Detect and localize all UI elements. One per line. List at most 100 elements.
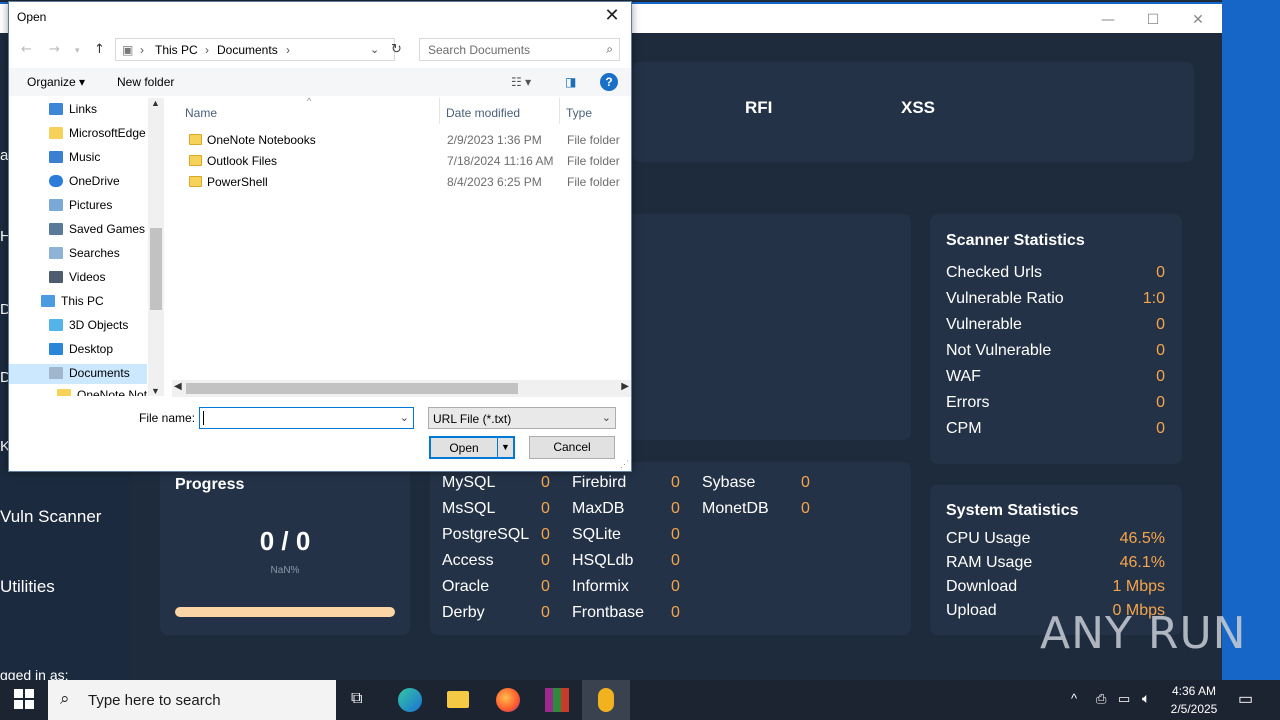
stat-label: CPM bbox=[946, 420, 982, 437]
minimize-button[interactable]: — bbox=[1088, 8, 1128, 32]
db-label: Derby bbox=[442, 604, 485, 621]
forward-arrow-icon[interactable]: → bbox=[49, 42, 60, 57]
stat-label: Checked Urls bbox=[946, 264, 1043, 281]
tree-item-this-pc[interactable]: This PC bbox=[41, 294, 104, 308]
file-row[interactable]: PowerShell 8/4/2023 6:25 PM File folder bbox=[185, 172, 631, 192]
file-explorer-icon[interactable] bbox=[434, 680, 482, 720]
saved-games-icon bbox=[49, 223, 63, 235]
tree-item-searches[interactable]: Searches bbox=[49, 246, 120, 260]
stat-label: Download bbox=[946, 578, 1018, 595]
progress-percent: NaN% bbox=[270, 565, 300, 576]
taskbar-search[interactable]: ⌕ Type here to search bbox=[48, 680, 336, 720]
file-type-select[interactable]: URL File (*.txt) ⌄ bbox=[428, 407, 616, 429]
network-device-icon[interactable]: ⎙ bbox=[1096, 691, 1106, 707]
column-header-name[interactable]: Name bbox=[185, 106, 217, 120]
back-arrow-icon[interactable]: ← bbox=[21, 42, 32, 57]
stat-value: 0 bbox=[1156, 316, 1165, 333]
chevron-down-icon[interactable]: ⌄ bbox=[370, 43, 379, 56]
db-label: SQLite bbox=[572, 526, 621, 543]
firefox-icon[interactable] bbox=[484, 680, 532, 720]
volume-icon[interactable]: 🔈︎ bbox=[1142, 690, 1150, 707]
scroll-up-icon[interactable]: ▲ bbox=[151, 98, 160, 108]
scroll-right-icon[interactable]: ▶ bbox=[621, 381, 629, 392]
task-view-icon[interactable]: ⧉ bbox=[336, 680, 384, 720]
progress-title: Progress bbox=[175, 476, 245, 493]
preview-pane-icon[interactable]: ◨ bbox=[565, 75, 576, 89]
scanner-statistics-title: Scanner Statistics bbox=[946, 232, 1085, 249]
scroll-down-icon[interactable]: ▼ bbox=[151, 386, 160, 396]
address-bar[interactable]: ▣ › This PC › Documents › ⌄ bbox=[115, 38, 395, 61]
search-placeholder: Search Documents bbox=[428, 43, 531, 57]
tree-item-desktop[interactable]: Desktop bbox=[49, 342, 113, 356]
taskbar-search-placeholder: Type here to search bbox=[88, 692, 221, 709]
cancel-button[interactable]: Cancel bbox=[529, 436, 615, 459]
windows-start-icon[interactable] bbox=[14, 689, 34, 709]
tree-item-microsoftedge[interactable]: MicrosoftEdge bbox=[49, 126, 146, 140]
sidebar-item-vuln-scanner[interactable]: Vuln Scanner bbox=[0, 507, 101, 527]
notifications-icon[interactable]: ▭ bbox=[1238, 689, 1253, 709]
stat-value: 1:0 bbox=[1142, 290, 1165, 307]
column-header-type[interactable]: Type bbox=[566, 106, 592, 120]
folder-icon bbox=[57, 389, 71, 396]
organize-button[interactable]: Organize ▾ bbox=[27, 75, 85, 89]
refresh-icon[interactable]: ↻ bbox=[391, 42, 402, 57]
chevron-up-icon[interactable]: ^ bbox=[1071, 691, 1077, 706]
winrar-icon[interactable] bbox=[533, 680, 581, 720]
this-pc-icon bbox=[41, 295, 55, 307]
help-icon[interactable]: ? bbox=[600, 73, 618, 91]
tree-item-onenote[interactable]: OneNote Not bbox=[57, 388, 147, 396]
chevron-right-icon: › bbox=[286, 43, 290, 57]
tree-item-pictures[interactable]: Pictures bbox=[49, 198, 112, 212]
resize-grip-icon[interactable]: ⋰ bbox=[620, 459, 629, 470]
open-options-dropdown[interactable]: ▼ bbox=[497, 438, 513, 457]
tree-item-3d-objects[interactable]: 3D Objects bbox=[49, 318, 128, 332]
tree-item-links[interactable]: Links bbox=[49, 102, 97, 116]
file-name-input[interactable]: ⌄ bbox=[199, 407, 414, 429]
file-row[interactable]: OneNote Notebooks 2/9/2023 1:36 PM File … bbox=[185, 130, 631, 150]
up-arrow-icon[interactable]: ↑ bbox=[94, 42, 105, 57]
file-row[interactable]: Outlook Files 7/18/2024 11:16 AM File fo… bbox=[185, 151, 631, 171]
tree-item-onedrive[interactable]: OneDrive bbox=[49, 174, 120, 188]
scanner-app-icon[interactable] bbox=[582, 680, 630, 720]
open-button[interactable]: Open ▼ bbox=[429, 436, 515, 459]
network-icon[interactable]: ▭ bbox=[1118, 691, 1130, 707]
edge-icon[interactable] bbox=[386, 680, 434, 720]
clock-date[interactable]: 2/5/2025 bbox=[1164, 702, 1224, 716]
scrollbar-thumb[interactable] bbox=[186, 383, 518, 394]
file-list-scrollbar[interactable]: ◀ ▶ bbox=[172, 380, 631, 397]
maximize-button[interactable]: ☐ bbox=[1133, 8, 1173, 32]
tab-rfi[interactable]: RFI bbox=[745, 98, 772, 118]
scrollbar-thumb[interactable] bbox=[150, 228, 162, 310]
file-date: 8/4/2023 6:25 PM bbox=[447, 175, 542, 189]
tab-xss[interactable]: XSS bbox=[901, 98, 935, 118]
tree-item-saved-games[interactable]: Saved Games bbox=[49, 222, 145, 236]
view-options-icon[interactable]: ☷ ▾ bbox=[511, 75, 531, 89]
sidebar-item-utilities[interactable]: Utilities bbox=[0, 577, 55, 597]
db-value: 0 bbox=[671, 474, 680, 491]
stat-value: 0 bbox=[1156, 264, 1165, 281]
breadcrumb-this-pc[interactable]: This PC bbox=[155, 43, 198, 57]
file-date: 2/9/2023 1:36 PM bbox=[447, 133, 542, 147]
recent-locations-icon[interactable]: ▾ bbox=[75, 46, 80, 56]
breadcrumb-documents[interactable]: Documents bbox=[217, 43, 278, 57]
pictures-icon bbox=[49, 199, 63, 211]
dialog-close-button[interactable]: ✕ bbox=[599, 5, 625, 29]
stat-label: CPU Usage bbox=[946, 530, 1031, 547]
clock-time[interactable]: 4:36 AM bbox=[1164, 684, 1224, 698]
tree-item-videos[interactable]: Videos bbox=[49, 270, 105, 284]
close-button[interactable]: ✕ bbox=[1178, 8, 1218, 32]
column-header-date[interactable]: Date modified bbox=[446, 106, 520, 120]
column-divider[interactable] bbox=[559, 98, 560, 124]
search-input[interactable]: Search Documents ⌕ bbox=[419, 38, 620, 61]
column-divider[interactable] bbox=[439, 98, 440, 124]
new-folder-button[interactable]: New folder bbox=[117, 75, 174, 89]
tree-item-label: Pictures bbox=[69, 198, 113, 212]
scroll-left-icon[interactable]: ◀ bbox=[174, 381, 182, 392]
tree-scrollbar[interactable]: ▲ ▼ bbox=[148, 98, 164, 396]
stat-label: Errors bbox=[946, 394, 990, 411]
tree-item-documents[interactable]: Documents bbox=[9, 364, 147, 384]
db-value: 0 bbox=[671, 578, 680, 595]
tree-item-music[interactable]: Music bbox=[49, 150, 100, 164]
chevron-down-icon[interactable]: ⌄ bbox=[400, 411, 409, 424]
db-value: 0 bbox=[541, 500, 550, 517]
